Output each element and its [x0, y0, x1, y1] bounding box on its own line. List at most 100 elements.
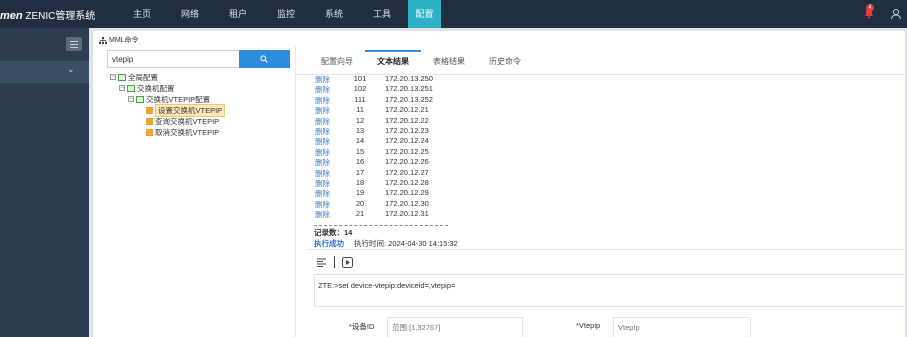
result-op-link[interactable]: 删除: [315, 126, 330, 137]
tree-leaf-cancel-vtepip[interactable]: 取消交换机VTEPIP: [146, 127, 219, 137]
result-row: 删除 21 172.20.12.31: [314, 209, 484, 219]
command-icon: [146, 106, 153, 114]
execution-time: 执行时间: 2024-04-30 14:15:32: [354, 239, 458, 248]
tree-leaf-query-vtepip[interactable]: 查询交换机VTEPIP: [146, 116, 219, 126]
device-id-label: *设备ID: [349, 322, 375, 331]
result-vtepip: 172.20.13.252: [385, 94, 433, 104]
result-device-id: 12: [355, 115, 365, 125]
result-row: 删除 20 172.20.12.30: [314, 199, 484, 209]
result-vtepip: 172.20.12.27: [385, 167, 429, 177]
result-vtepip: 172.20.12.22: [385, 115, 429, 125]
result-row: 删除 102 172.20.13.251: [314, 84, 484, 94]
tab-config-wizard[interactable]: 配置向导: [309, 50, 365, 74]
nav-network[interactable]: 网络: [166, 0, 214, 28]
panel-title: MML命令: [99, 35, 139, 45]
folder-icon: [136, 95, 144, 103]
device-id-field[interactable]: [387, 317, 523, 337]
result-vtepip: 172.20.12.26: [385, 157, 429, 167]
result-op-link[interactable]: 删除: [315, 147, 330, 158]
result-op-link[interactable]: 删除: [315, 188, 330, 199]
command-icon: [146, 117, 153, 125]
tree-node-vtepip-config[interactable]: − 交换机VTEPIP配置: [128, 94, 210, 104]
result-row: 删除 17 172.20.12.27: [314, 168, 484, 178]
result-device-id: 21: [355, 209, 365, 219]
command-search-input[interactable]: [107, 50, 240, 68]
result-op-link[interactable]: 删除: [315, 105, 330, 116]
result-op-link[interactable]: 删除: [315, 199, 330, 210]
result-row: 删除 15 172.20.12.25: [314, 147, 484, 157]
section-divider: [308, 249, 906, 250]
result-vtepip: 172.20.12.21: [385, 105, 429, 115]
result-op-link[interactable]: 删除: [315, 95, 330, 106]
nav-home[interactable]: 主页: [118, 0, 166, 28]
nav-monitor[interactable]: 监控: [262, 0, 310, 28]
tree-leaf-set-vtepip[interactable]: 设置交换机VTEPIP: [146, 103, 226, 117]
result-tabs: 配置向导 文本结果 表格结果 历史命令: [309, 50, 533, 74]
collapse-menu-button[interactable]: [66, 37, 82, 51]
result-device-id: 19: [355, 188, 365, 198]
result-device-id: 15: [355, 146, 365, 156]
tab-history[interactable]: 历史命令: [477, 50, 533, 74]
text-result-list: 删除 101 172.20.13.250 删除 102 172.20.13.251 删除 11…: [314, 74, 484, 219]
result-op-link[interactable]: 删除: [315, 157, 330, 168]
result-vtepip: 172.20.12.29: [385, 188, 429, 198]
format-list-icon[interactable]: [316, 257, 327, 268]
toolbar-separator: [334, 256, 335, 268]
result-vtepip: 172.20.12.31: [385, 209, 429, 219]
collapse-toggle-icon[interactable]: −: [119, 85, 125, 91]
mml-panel: MML命令 − 全局配置 − 交换机配置 − 交换机VTEPIP配置 设置交换机…: [92, 31, 906, 337]
result-vtepip: 172.20.12.25: [385, 146, 429, 156]
tree-node-switch-config[interactable]: − 交换机配置: [119, 83, 175, 93]
nav-tools[interactable]: 工具: [358, 0, 406, 28]
search-icon: [260, 55, 268, 63]
app-title: ZENIC管理系统: [25, 11, 96, 22]
result-device-id: 14: [355, 136, 365, 146]
command-icon: [146, 128, 153, 136]
result-vtepip: 172.20.13.251: [385, 84, 433, 94]
result-row: 删除 13 172.20.12.23: [314, 126, 484, 136]
run-icon[interactable]: [342, 256, 353, 268]
result-row: 删除 111 172.20.13.252: [314, 95, 484, 105]
result-op-link[interactable]: 删除: [315, 84, 330, 95]
top-bar: men ZENIC管理系统 主页 网络 租户 监控 系统 工具 配置 4: [0, 0, 907, 28]
result-op-link[interactable]: 删除: [315, 209, 330, 220]
result-op-link[interactable]: 删除: [315, 136, 330, 147]
result-row: 删除 16 172.20.12.26: [314, 157, 484, 167]
result-device-id: 16: [355, 157, 365, 167]
tab-text-result[interactable]: 文本结果: [365, 50, 421, 74]
user-icon[interactable]: [890, 8, 902, 20]
collapse-toggle-icon[interactable]: −: [110, 74, 116, 80]
folder-icon: [118, 73, 126, 81]
execution-status: 执行成功 执行时间: 2024-04-30 14:15:32: [314, 238, 458, 249]
side-nav-item-active[interactable]: ⌄: [0, 61, 89, 83]
panel-divider: [295, 46, 296, 337]
app-logo: men ZENIC管理系统: [0, 10, 96, 22]
result-vtepip: 172.20.12.30: [385, 198, 429, 208]
collapse-toggle-icon[interactable]: −: [128, 96, 134, 102]
result-device-id: 102: [353, 84, 367, 94]
result-op-link[interactable]: 删除: [315, 168, 330, 179]
notification-badge: 4: [866, 4, 874, 12]
nav-tenant[interactable]: 租户: [214, 0, 262, 28]
result-op-link[interactable]: 删除: [315, 116, 330, 127]
tree-node-global-config[interactable]: − 全局配置: [110, 72, 158, 82]
main-nav: 主页 网络 租户 监控 系统 工具 配置: [118, 0, 441, 28]
vtepip-field[interactable]: [613, 317, 751, 337]
result-separator: [314, 225, 448, 226]
command-input[interactable]: ZTE:>set device-vtepip:deviceid=,vtepip=: [314, 274, 906, 307]
result-row: 删除 101 172.20.13.250: [314, 74, 484, 84]
result-op-link[interactable]: 删除: [315, 74, 330, 85]
result-device-id: 11: [356, 105, 364, 115]
record-count: 记录数：14: [314, 228, 353, 237]
result-op-link[interactable]: 删除: [315, 178, 330, 189]
status-success: 执行成功: [314, 239, 344, 248]
result-device-id: 17: [355, 167, 365, 177]
tab-table-result[interactable]: 表格结果: [421, 50, 477, 74]
sitemap-icon: [99, 36, 107, 44]
result-row: 删除 14 172.20.12.24: [314, 136, 484, 146]
search-button[interactable]: [239, 50, 290, 68]
nav-system[interactable]: 系统: [310, 0, 358, 28]
nav-config[interactable]: 配置: [408, 0, 441, 28]
side-nav: ⌄: [0, 28, 89, 337]
result-vtepip: 172.20.12.23: [385, 125, 429, 135]
